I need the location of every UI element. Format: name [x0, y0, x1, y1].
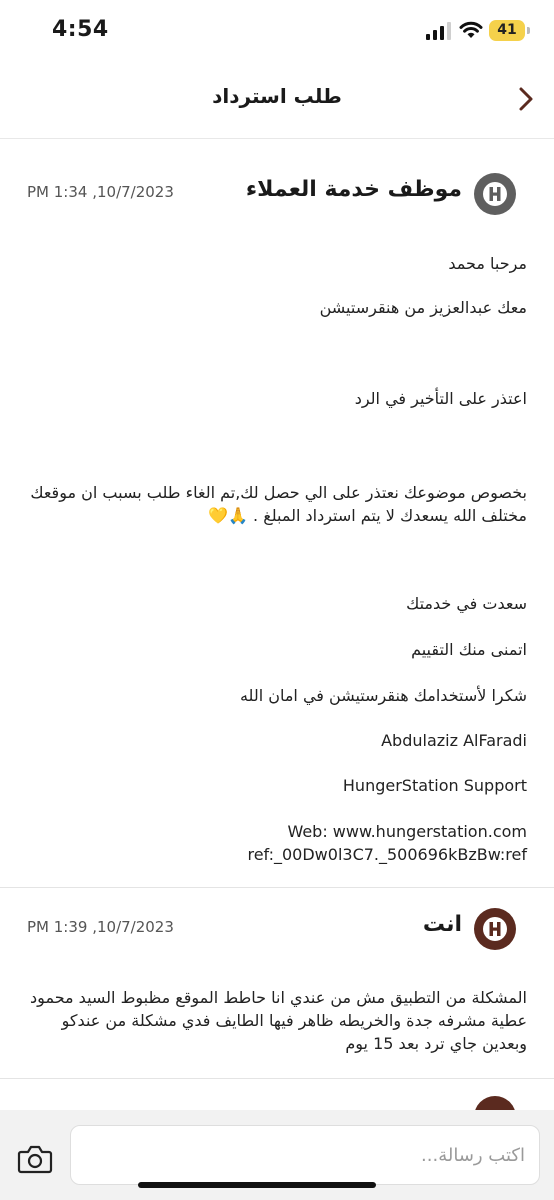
hungerstation-logo-icon — [483, 917, 507, 941]
nav-header: طلب استرداد — [0, 62, 554, 139]
home-indicator — [138, 1182, 376, 1188]
status-time: 4:54 — [52, 17, 109, 42]
cellular-signal-icon — [426, 22, 451, 40]
status-bar: 4:54 41 — [0, 0, 554, 60]
message-divider — [0, 887, 554, 888]
message-line: شكرا لأستخدامك هنقرستيشن في امان الله — [239, 686, 527, 705]
message-timestamp: PM 1:34 ,10/7/2023 — [27, 183, 174, 201]
sender-name: انت — [422, 912, 462, 937]
battery-tip — [527, 27, 530, 34]
message-input[interactable] — [70, 1125, 540, 1185]
user-avatar — [474, 908, 516, 950]
message-line: بخصوص موضوعك نعتذر على الي حصل لك,تم الغ… — [30, 483, 527, 525]
battery-indicator: 41 — [489, 20, 525, 41]
message-line: Abdulaziz AlFaradi — [381, 731, 527, 750]
message-line: سعدت في خدمتك — [406, 594, 527, 613]
wifi-icon — [459, 21, 483, 38]
message-line: اتمنى منك التقييم — [411, 640, 527, 659]
message-divider — [0, 1078, 554, 1079]
message-timestamp: PM 1:39 ,10/7/2023 — [27, 918, 174, 936]
message-line: المشكلة من التطبيق مش من عندي انا حاطط ا… — [30, 988, 527, 1053]
agent-avatar — [474, 173, 516, 215]
back-chevron-icon[interactable] — [514, 82, 538, 116]
message-header: انت PM 1:39 ,10/7/2023 — [0, 908, 554, 958]
page-title: طلب استرداد — [212, 84, 342, 108]
message-line: مرحبا محمد — [448, 254, 527, 273]
message-line: اعتذر على التأخير في الرد — [354, 389, 527, 408]
camera-icon[interactable] — [17, 1144, 53, 1174]
sender-name: موظف خدمة العملاء — [245, 177, 462, 202]
message-line: HungerStation Support — [342, 776, 527, 795]
message-line: ref:_00Dw0l3C7._500696kBzBw:ref — [247, 845, 527, 864]
hungerstation-logo-icon — [483, 182, 507, 206]
message-header: موظف خدمة العملاء PM 1:34 ,10/7/2023 — [0, 173, 554, 223]
message-link[interactable]: Web: www.hungerstation.com — [287, 822, 527, 841]
message-line: معك عبدالعزيز من هنقرستيشن — [319, 298, 527, 317]
